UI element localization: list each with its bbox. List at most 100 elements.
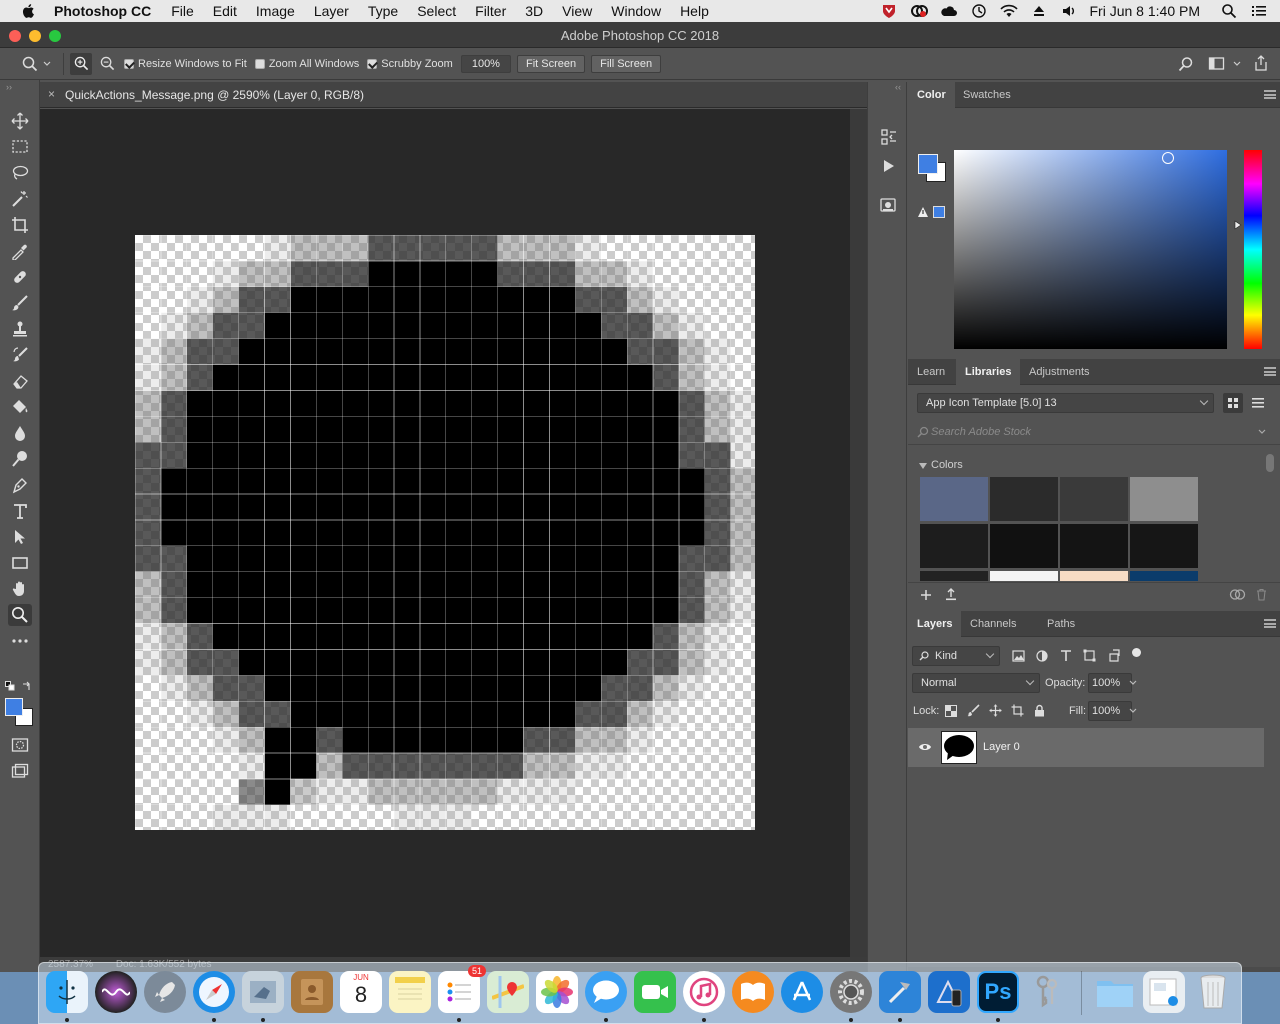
lock-transparent-pixels-icon[interactable] (945, 705, 957, 717)
menu-select[interactable]: Select (417, 3, 456, 19)
menu-window[interactable]: Window (611, 3, 661, 19)
wifi-icon[interactable] (999, 3, 1018, 19)
layer-visibility-eye-icon[interactable] (918, 742, 932, 752)
canvas-area[interactable] (40, 109, 850, 957)
menu-layer[interactable]: Layer (314, 3, 349, 19)
dock-maps-icon[interactable] (487, 971, 529, 1013)
stock-search-chevron-down-icon[interactable] (1258, 428, 1266, 436)
hue-slider-thumb-icon[interactable] (1234, 220, 1242, 230)
lasso-tool[interactable] (8, 162, 32, 184)
library-trash-icon[interactable] (1256, 588, 1267, 601)
eyedropper-tool[interactable] (8, 240, 32, 262)
document-tab[interactable]: × QuickActions_Message.png @ 2590% (Laye… (40, 82, 867, 108)
dock-xcode-icon[interactable] (879, 971, 921, 1013)
hand-tool[interactable] (8, 578, 32, 600)
default-colors-icon[interactable] (5, 681, 15, 691)
tab-adjustments[interactable]: Adjustments (1020, 359, 1099, 385)
volume-icon[interactable] (1060, 3, 1078, 19)
menu-file[interactable]: File (171, 3, 194, 19)
colors-group-disclosure-icon[interactable] (919, 462, 927, 470)
tab-paths[interactable]: Paths (1038, 611, 1084, 637)
properties-panel-icon[interactable] (879, 196, 899, 214)
opacity-chevron-down-icon[interactable] (1129, 679, 1137, 687)
pen-tool[interactable] (8, 474, 32, 496)
dock-siri-icon[interactable] (95, 971, 137, 1013)
filter-shape-layers-icon[interactable] (1083, 649, 1096, 662)
layers-panel-menu-icon[interactable] (1264, 619, 1276, 628)
clone-stamp-tool[interactable] (8, 318, 32, 340)
history-brush-tool[interactable] (8, 344, 32, 366)
dock-messages-icon[interactable] (585, 971, 627, 1013)
healing-brush-tool[interactable] (8, 266, 32, 288)
crop-tool[interactable] (8, 214, 32, 236)
library-color-swatch[interactable] (990, 524, 1058, 568)
creative-cloud-sync-icon[interactable] (1229, 588, 1246, 601)
workspace-chevron-down-icon[interactable] (1233, 60, 1241, 68)
eject-icon[interactable] (1030, 3, 1048, 19)
quick-selection-tool[interactable] (8, 188, 32, 210)
libraries-panel-menu-icon[interactable] (1264, 367, 1276, 376)
dock-reminders-icon[interactable]: 51 (438, 965, 486, 1013)
quick-mask-button[interactable] (8, 734, 32, 756)
opacity-field[interactable]: 100% (1088, 673, 1132, 693)
dock-books-icon[interactable] (732, 971, 774, 1013)
fit-screen-button[interactable]: Fit Screen (516, 54, 586, 73)
document-image-canvas[interactable] (135, 235, 755, 830)
foreground-color-swatch[interactable] (5, 698, 23, 716)
fill-screen-button[interactable]: Fill Screen (591, 54, 662, 73)
eraser-tool[interactable] (8, 370, 32, 392)
lock-artboards-icon[interactable] (1011, 704, 1024, 717)
menu-edit[interactable]: Edit (213, 3, 237, 19)
path-selection-tool[interactable] (8, 526, 32, 548)
dock-notes-icon[interactable] (389, 971, 431, 1013)
expand-panels-icon[interactable]: ‹‹ (895, 82, 901, 92)
tab-channels[interactable]: Channels (961, 611, 1025, 637)
menu-3d[interactable]: 3D (525, 3, 543, 19)
menu-app-name[interactable]: Photoshop CC (54, 3, 151, 19)
color-panel-menu-icon[interactable] (1264, 90, 1276, 99)
tab-learn[interactable]: Learn (908, 359, 954, 385)
lock-all-icon[interactable] (1034, 704, 1045, 717)
dock-finder-icon[interactable] (46, 971, 88, 1013)
resize-windows-checkbox[interactable] (124, 58, 134, 69)
move-tool[interactable] (8, 110, 32, 132)
fill-chevron-down-icon[interactable] (1129, 707, 1137, 715)
dock-safari-icon[interactable] (193, 971, 235, 1013)
dock-keychain-icon[interactable] (1026, 971, 1068, 1013)
zoom-in-mode-button[interactable] (70, 52, 92, 75)
filter-smart-objects-icon[interactable] (1108, 649, 1120, 662)
menu-clock[interactable]: Fri Jun 8 1:40 PM (1090, 3, 1201, 19)
library-dropdown[interactable]: App Icon Template [5.0] 13 (917, 393, 1214, 413)
creative-cloud-icon[interactable] (910, 3, 928, 19)
brush-tool[interactable] (8, 292, 32, 314)
workspace-icon[interactable] (1208, 56, 1226, 72)
dock-documents-stack-icon[interactable] (1143, 971, 1185, 1013)
tab-color[interactable]: Color (908, 82, 955, 108)
menu-type[interactable]: Type (368, 3, 398, 19)
library-color-swatch[interactable] (1130, 571, 1198, 581)
library-color-swatch[interactable] (920, 571, 988, 581)
dock-launchpad-icon[interactable] (144, 971, 186, 1013)
zoom-tool-preset-icon[interactable] (22, 56, 38, 72)
out-of-gamut-warning-icon[interactable] (917, 206, 929, 218)
layer-name[interactable]: Layer 0 (983, 741, 1020, 753)
dock-trash-icon[interactable] (1192, 971, 1234, 1013)
apple-menu-icon[interactable] (20, 3, 38, 19)
dock-contacts-icon[interactable] (291, 971, 333, 1013)
menu-filter[interactable]: Filter (475, 3, 506, 19)
canvas-vertical-scrollbar[interactable] (850, 109, 867, 957)
search-icon[interactable] (1178, 56, 1194, 72)
close-document-icon[interactable]: × (48, 87, 55, 101)
libraries-scrollbar-thumb[interactable] (1266, 454, 1274, 472)
marquee-tool[interactable] (8, 136, 32, 158)
paint-bucket-tool[interactable] (8, 396, 32, 418)
menu-help[interactable]: Help (680, 3, 709, 19)
filter-adjustment-layers-icon[interactable] (1036, 650, 1048, 662)
dock-itunes-icon[interactable] (683, 971, 725, 1013)
dock-simulator-icon[interactable] (928, 971, 970, 1013)
library-color-swatch[interactable] (1130, 524, 1198, 568)
library-color-swatch[interactable] (1060, 477, 1128, 521)
shield-icon[interactable] (880, 3, 898, 19)
lock-position-icon[interactable] (989, 704, 1002, 717)
time-machine-icon[interactable] (970, 3, 988, 19)
